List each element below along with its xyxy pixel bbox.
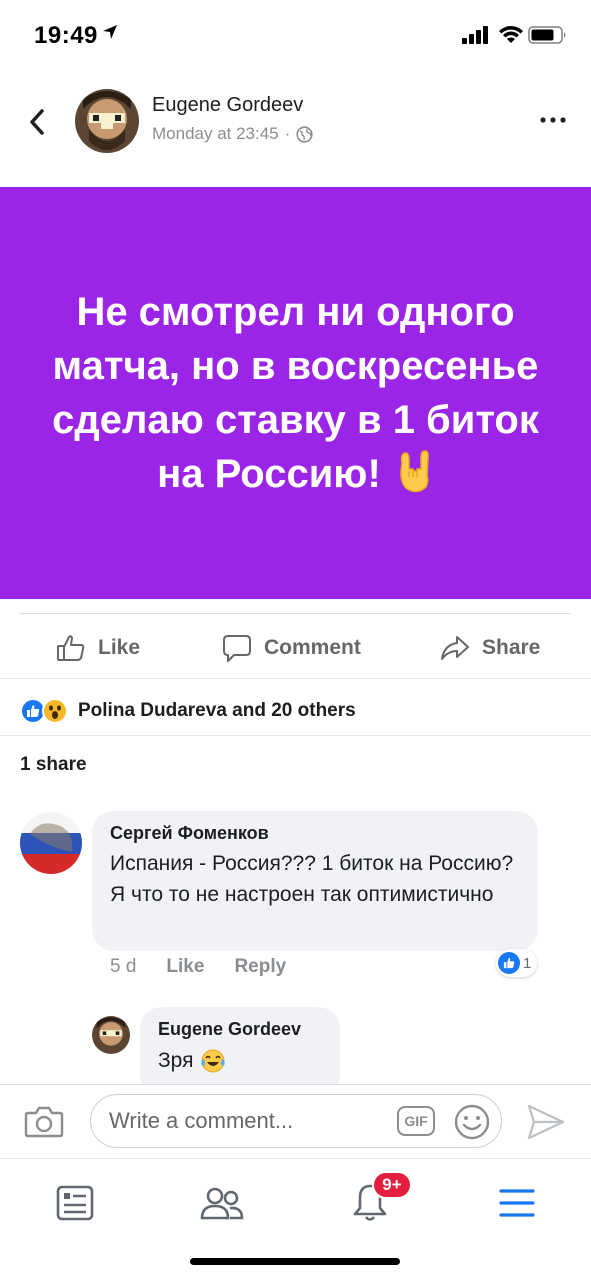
share-count[interactable]: 1 share (20, 754, 87, 776)
comment-like-count: 1 (523, 954, 532, 972)
laughing-tears-emoji (200, 1049, 225, 1073)
comment-like-button[interactable]: Like (166, 956, 204, 978)
reactions-text: Polina Dudareva and 20 others (78, 700, 356, 721)
more-options-button[interactable] (536, 108, 570, 132)
smiley-icon (454, 1104, 490, 1140)
chevron-left-icon (30, 109, 44, 135)
comment-bubble[interactable]: Сергей Фоменков Испания - Россия??? 1 би… (92, 811, 538, 951)
hamburger-menu-icon (499, 1189, 535, 1217)
post-meta: Monday at 23:45 · (152, 124, 313, 144)
meta-separator: · (284, 124, 291, 143)
divider (20, 613, 571, 614)
post-timestamp[interactable]: Monday at 23:45 (152, 124, 279, 144)
tab-menu[interactable] (487, 1173, 547, 1233)
comment-button[interactable]: Comment (222, 628, 361, 668)
battery-icon (528, 26, 568, 49)
commenter-avatar[interactable] (20, 812, 82, 874)
post-text: Не смотрел ни одного матча, но в воскрес… (36, 285, 556, 501)
comment-bubble-icon (223, 635, 251, 662)
more-dots-icon (540, 117, 566, 123)
back-button[interactable] (22, 102, 52, 142)
signal-icon (462, 26, 490, 49)
reply-text: Зря (158, 1048, 322, 1074)
send-arrow-icon (527, 1104, 565, 1140)
share-button[interactable]: Share (440, 628, 540, 668)
location-arrow-icon (102, 24, 118, 45)
comment-text: Испания - Россия??? 1 биток на Россию? Я… (110, 852, 514, 906)
divider (0, 735, 591, 736)
status-bar: 19:49 (0, 0, 591, 70)
like-button[interactable]: Like (56, 628, 140, 668)
reply-text-body: Зря (158, 1049, 194, 1072)
share-label: Share (482, 636, 541, 659)
tab-friends[interactable] (192, 1173, 252, 1233)
globe-icon (296, 125, 313, 143)
reply-author-avatar[interactable] (92, 1016, 130, 1054)
post-status-background[interactable]: Не смотрел ни одного матча, но в воскрес… (0, 187, 591, 599)
reactions-summary[interactable]: Polina Dudareva and 20 others (20, 694, 356, 728)
comment-like-badge[interactable]: 1 (496, 949, 538, 977)
post-text-body: Не смотрел ни одного матча, но в воскрес… (52, 290, 539, 496)
send-button[interactable] (526, 1103, 566, 1146)
camera-button[interactable] (24, 1103, 64, 1144)
comment-reply-button[interactable]: Reply (234, 956, 286, 978)
like-reaction-icon (498, 952, 520, 974)
post-action-bar: Like Comment Share (0, 616, 591, 678)
gif-button[interactable]: GIF (397, 1106, 435, 1136)
reply-author[interactable]: Eugene Gordeev (158, 1019, 322, 1040)
post-header: Eugene Gordeev Monday at 23:45 · (0, 80, 591, 164)
share-arrow-icon (441, 636, 469, 660)
comment-composer: GIF (0, 1084, 591, 1158)
news-feed-icon (56, 1185, 94, 1221)
wow-reaction-icon (42, 698, 68, 724)
author-name[interactable]: Eugene Gordeev (152, 94, 303, 117)
camera-icon (24, 1106, 64, 1138)
author-avatar[interactable] (75, 89, 139, 153)
comment-author[interactable]: Сергей Фоменков (110, 823, 520, 844)
status-time: 19:49 (34, 22, 98, 49)
comment-label: Comment (264, 636, 361, 659)
rock-on-hand-emoji (400, 450, 429, 493)
tab-news-feed[interactable] (45, 1173, 105, 1233)
divider (0, 678, 591, 679)
comment-age: 5 d (110, 956, 137, 977)
comment-input-wrapper: GIF (90, 1094, 502, 1148)
comment-meta: 5 d Like Reply (110, 956, 286, 978)
emoji-button[interactable] (453, 1103, 491, 1146)
thumbs-up-icon (57, 635, 85, 661)
tab-notifications[interactable]: 9+ (340, 1171, 412, 1233)
home-indicator (190, 1258, 400, 1265)
friends-icon (200, 1187, 244, 1220)
like-label: Like (98, 636, 141, 659)
comment-input[interactable] (109, 1095, 389, 1147)
wifi-icon (498, 24, 524, 49)
notifications-badge: 9+ (372, 1171, 412, 1199)
